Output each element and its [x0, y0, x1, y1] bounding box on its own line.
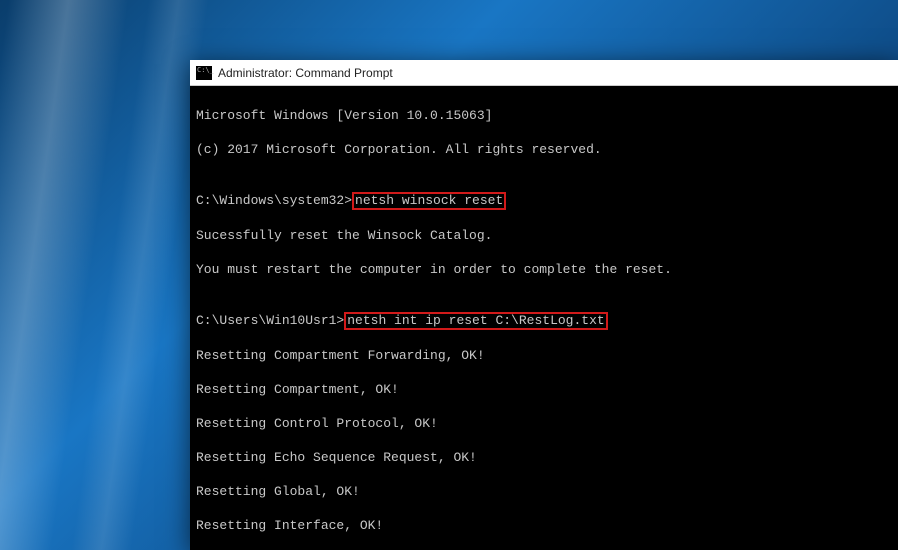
terminal-line: Microsoft Windows [Version 10.0.15063] — [196, 107, 892, 124]
window-title: Administrator: Command Prompt — [218, 66, 393, 80]
titlebar[interactable]: Administrator: Command Prompt — [190, 60, 898, 86]
terminal-line: Sucessfully reset the Winsock Catalog. — [196, 227, 892, 244]
terminal-line: Resetting Echo Sequence Request, OK! — [196, 449, 892, 466]
terminal-line: Resetting Interface, OK! — [196, 517, 892, 534]
prompt-path: C:\Users\Win10Usr1> — [196, 313, 344, 328]
terminal-line: (c) 2017 Microsoft Corporation. All righ… — [196, 141, 892, 158]
terminal-line: Resetting Global, OK! — [196, 483, 892, 500]
background-beam — [0, 0, 129, 550]
cmd-icon — [196, 66, 212, 80]
prompt-path: C:\Windows\system32> — [196, 193, 352, 208]
terminal-line: Resetting Control Protocol, OK! — [196, 415, 892, 432]
terminal-line: You must restart the computer in order t… — [196, 261, 892, 278]
terminal-output[interactable]: Microsoft Windows [Version 10.0.15063] (… — [190, 86, 898, 550]
terminal-line: C:\Windows\system32>netsh winsock reset — [196, 192, 892, 210]
terminal-line: Resetting Compartment Forwarding, OK! — [196, 347, 892, 364]
terminal-line: C:\Users\Win10Usr1>netsh int ip reset C:… — [196, 312, 892, 330]
command-prompt-window: Administrator: Command Prompt Microsoft … — [190, 60, 898, 550]
background-beam — [71, 0, 208, 550]
highlighted-command: netsh winsock reset — [352, 192, 506, 210]
terminal-line: Resetting Compartment, OK! — [196, 381, 892, 398]
highlighted-command: netsh int ip reset C:\RestLog.txt — [344, 312, 607, 330]
